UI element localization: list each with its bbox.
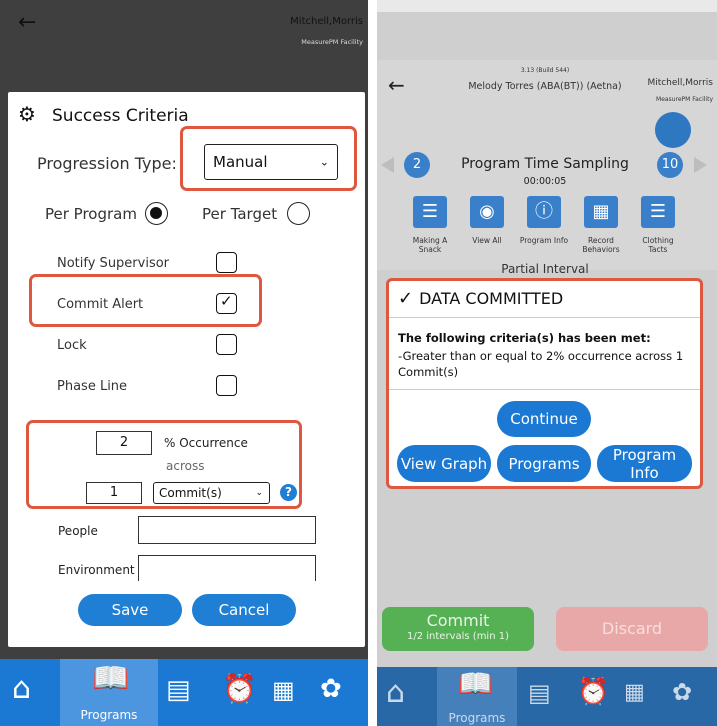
checkmark-icon: ✓ — [398, 288, 414, 309]
save-button[interactable]: Save — [78, 594, 182, 626]
book-icon[interactable]: ☰ — [413, 196, 447, 228]
nav-programs-label: Programs — [80, 708, 138, 722]
view-graph-button[interactable]: View Graph — [397, 445, 491, 482]
lock-checkbox[interactable] — [216, 334, 237, 355]
tile-label-program-info: Program Info — [519, 236, 569, 245]
environment-input[interactable] — [138, 555, 316, 581]
modal-title-row: ✓ DATA COMMITTED — [398, 288, 563, 309]
book-icon: 📖 — [458, 667, 493, 700]
gear-icon: ⚙ — [18, 102, 36, 126]
lock-label: Lock — [57, 338, 87, 353]
info-icon[interactable]: ⓘ — [527, 196, 561, 228]
tile-label-making-a-snack: Making A Snack — [412, 236, 448, 254]
people-input[interactable] — [138, 516, 316, 544]
back-arrow-icon[interactable]: ← — [388, 75, 405, 95]
commit-button[interactable]: Commit 1/2 intervals (min 1) — [382, 607, 534, 651]
calendar-icon[interactable]: ▦ — [584, 196, 618, 228]
tile-label-view-all: View All — [472, 236, 502, 245]
alarm-clock-icon[interactable]: ⏰ — [222, 675, 257, 703]
client-name: Melody Torres (ABA(BT)) (Aetna) — [468, 81, 622, 92]
user-name: Mitchell,Morris — [647, 78, 713, 88]
alarm-clock-icon[interactable]: ⏰ — [577, 679, 609, 705]
notify-supervisor-label: Notify Supervisor — [57, 256, 170, 271]
per-target-label: Per Target — [202, 205, 278, 223]
environment-label: Environment — [58, 563, 135, 577]
commit-sub-label: 1/2 intervals (min 1) — [407, 631, 509, 642]
treasure-chest-icon[interactable]: ▤ — [166, 677, 191, 703]
next-count-badge: 10 — [657, 152, 683, 178]
program-timer: 00:00:05 — [523, 176, 567, 187]
modal-separator — [389, 389, 700, 390]
per-program-radio[interactable] — [145, 202, 168, 225]
criteria-detail-text: -Greater than or equal to 2% occurrence … — [398, 349, 684, 379]
per-program-label: Per Program — [45, 205, 137, 223]
calendar-icon[interactable]: ▦ — [624, 682, 645, 704]
modal-title: DATA COMMITTED — [419, 289, 564, 308]
highlight-occurrence — [26, 420, 302, 509]
panel-divider — [368, 0, 377, 726]
people-label: People — [58, 524, 98, 538]
next-arrow-icon[interactable] — [694, 157, 707, 173]
book-icon: 📖 — [92, 661, 130, 696]
tile-label-record-behaviors: Record Behaviors — [582, 236, 620, 254]
home-icon[interactable]: ⌂ — [12, 674, 31, 704]
book-icon[interactable]: ☰ — [641, 196, 675, 228]
award-badge-icon[interactable] — [655, 112, 691, 148]
user-name: Mitchell,Morris — [290, 16, 363, 27]
criteria-met-text: The following criteria(s) has been met: — [398, 331, 651, 345]
discard-button[interactable]: Discard — [556, 607, 708, 651]
home-icon[interactable]: ⌂ — [386, 678, 405, 708]
programs-button[interactable]: Programs — [497, 445, 591, 482]
continue-button[interactable]: Continue — [497, 401, 591, 437]
previous-arrow-icon[interactable] — [381, 157, 394, 173]
cancel-button[interactable]: Cancel — [192, 594, 296, 626]
right-top-strip — [377, 0, 717, 12]
per-target-radio[interactable] — [287, 202, 310, 225]
calendar-icon[interactable]: ▦ — [272, 678, 295, 702]
hand-coins-icon[interactable]: ✿ — [320, 676, 342, 702]
app-version: 3.13 (Build 544) — [520, 67, 570, 74]
screenshot-root: ← Mitchell,Morris MeasurePM Facility ⚙ S… — [0, 0, 717, 726]
previous-count-badge: 2 — [404, 152, 430, 178]
dialog-title: Success Criteria — [52, 106, 189, 126]
program-title: Program Time Sampling — [461, 156, 629, 172]
treasure-chest-icon[interactable]: ▤ — [528, 681, 551, 705]
facility-name: MeasurePM Facility — [656, 96, 713, 103]
eye-icon[interactable]: ◉ — [470, 196, 504, 228]
hand-coins-icon[interactable]: ✿ — [672, 680, 692, 704]
tile-label-clothing-tacts: Clothing Tacts — [642, 236, 674, 254]
phase-line-checkbox[interactable] — [216, 375, 237, 396]
facility-name: MeasurePM Facility — [301, 38, 363, 46]
notify-supervisor-checkbox[interactable] — [216, 252, 237, 273]
phase-line-label: Phase Line — [57, 379, 128, 394]
modal-separator — [389, 317, 700, 318]
progression-type-label: Progression Type: — [37, 154, 177, 173]
program-info-button[interactable]: Program Info — [597, 445, 692, 482]
nav-programs-label: Programs — [448, 711, 506, 725]
back-arrow-icon[interactable]: ← — [18, 12, 36, 34]
highlight-commit-alert — [29, 274, 262, 327]
highlight-progression-type — [180, 126, 357, 191]
commit-label: Commit — [426, 611, 490, 630]
partial-interval-label: Partial Interval — [501, 262, 589, 276]
